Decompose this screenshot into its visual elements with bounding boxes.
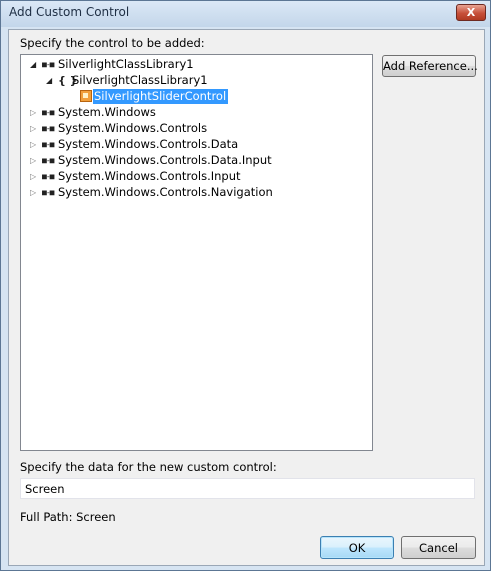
tree-item-system-windows-controls-navigation[interactable]: ▷ ■-■ System.Windows.Controls.Navigation [30, 185, 273, 201]
expand-arrow-icon[interactable]: ▷ [30, 156, 42, 165]
expand-arrow-icon[interactable]: ▷ [30, 108, 42, 117]
expand-arrow-icon[interactable]: ▷ [30, 172, 42, 181]
class-icon [80, 90, 92, 102]
expand-arrow-icon[interactable]: ▷ [30, 140, 42, 149]
namespace-icon: ■-■ [42, 60, 54, 69]
namespace-icon: ■-■ [42, 172, 54, 181]
add-reference-button[interactable]: Add Reference... [382, 55, 478, 77]
tree-item-label: SilverlightClassLibrary1 [72, 73, 208, 87]
title-bar: Add Custom Control X [1, 1, 490, 27]
tree-item-label: SilverlightClassLibrary1 [58, 57, 194, 71]
tree-item-system-windows-controls-data-input[interactable]: ▷ ■-■ System.Windows.Controls.Data.Input [30, 153, 272, 169]
tree-item-silverlightclasslibrary1-namespace[interactable]: ◢{ }SilverlightClassLibrary1 [46, 73, 208, 89]
tree-item-label: System.Windows.Controls [58, 121, 208, 135]
expand-arrow-icon[interactable]: ▷ [30, 124, 42, 133]
control-tree[interactable]: ◢ ■-■ SilverlightClassLibrary1 ◢{ }Silverl… [20, 54, 373, 451]
tree-item-silverlightclasslibrary1-assembly[interactable]: ◢ ■-■ SilverlightClassLibrary1 [30, 57, 194, 73]
tree-item-silverlightslidercontrol[interactable]: SilverlightSliderControl [80, 89, 229, 105]
tree-item-label: System.Windows.Controls.Navigation [58, 185, 273, 199]
add-custom-control-dialog: Add Custom Control X Specify the control… [0, 0, 491, 571]
cancel-button[interactable]: Cancel [401, 536, 476, 559]
tree-item-system-windows-controls[interactable]: ▷ ■-■ System.Windows.Controls [30, 121, 207, 137]
close-button[interactable]: X [456, 4, 486, 21]
tree-item-system-windows-controls-input[interactable]: ▷ ■-■ System.Windows.Controls.Input [30, 169, 241, 185]
namespace-icon: ■-■ [42, 188, 54, 197]
custom-control-data-input[interactable] [20, 478, 475, 499]
tree-item-label: System.Windows.Controls.Data.Input [58, 153, 272, 167]
tree-item-label: System.Windows [58, 105, 156, 119]
tree-item-label: System.Windows.Controls.Data [58, 137, 239, 151]
namespace-icon: ■-■ [42, 140, 54, 149]
ok-button[interactable]: OK [320, 536, 394, 559]
namespace-icon: ■-■ [42, 156, 54, 165]
tree-item-label: System.Windows.Controls.Input [58, 169, 241, 183]
tree-item-label: SilverlightSliderControl [93, 89, 229, 104]
braces-icon: { } [58, 74, 78, 87]
tree-item-system-windows-controls-data[interactable]: ▷ ■-■ System.Windows.Controls.Data [30, 137, 238, 153]
full-path-label: Full Path: Screen [20, 510, 116, 524]
dialog-client-area: Specify the control to be added: ◢ ■-■ Sil… [8, 29, 485, 566]
collapse-arrow-icon[interactable]: ◢ [46, 76, 58, 85]
collapse-arrow-icon[interactable]: ◢ [30, 60, 42, 69]
namespace-icon: ■-■ [42, 124, 54, 133]
tree-item-system-windows[interactable]: ▷ ■-■ System.Windows [30, 105, 156, 121]
specify-data-label: Specify the data for the new custom cont… [20, 460, 277, 474]
expand-arrow-icon[interactable]: ▷ [30, 188, 42, 197]
namespace-icon: ■-■ [42, 108, 54, 117]
specify-control-label: Specify the control to be added: [20, 36, 205, 50]
window-title: Add Custom Control [9, 5, 130, 19]
